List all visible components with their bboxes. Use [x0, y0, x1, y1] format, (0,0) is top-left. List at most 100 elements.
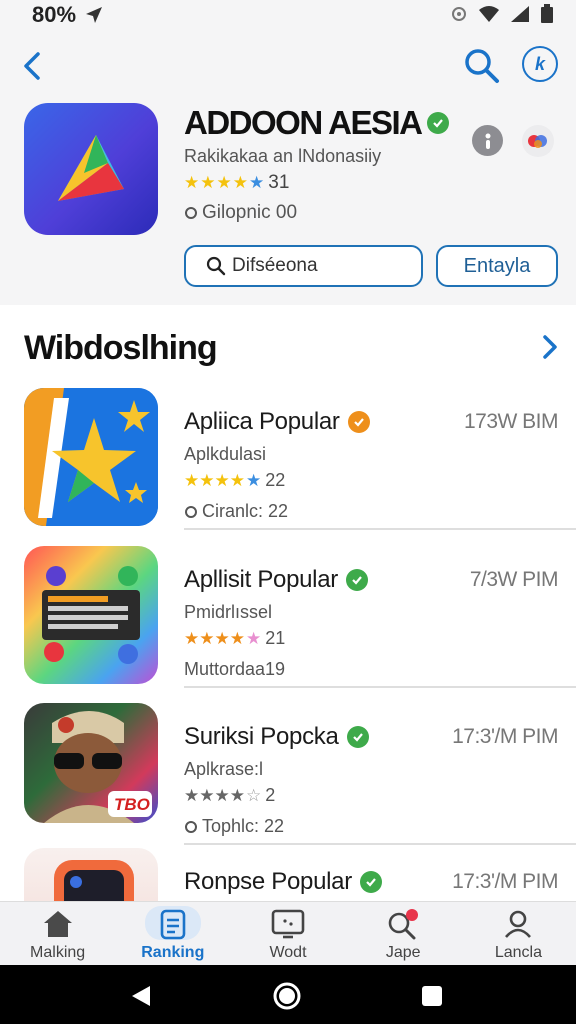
app-name-text: Apllisit Popular — [184, 566, 338, 593]
rating-count: 21 — [265, 628, 286, 648]
app-meta-text: Tophlc: 22 — [202, 816, 285, 836]
badge-text: k — [534, 53, 545, 74]
search-field-button[interactable]: Difséeona — [184, 245, 423, 287]
chevron-right-icon — [543, 335, 557, 359]
home-icon — [41, 908, 75, 940]
star-app-icon — [24, 388, 158, 526]
app-meta: Gilopnic 00 — [184, 202, 297, 224]
signal-icon — [511, 6, 529, 22]
app-rating: ★★★★ ☆ 2 — [184, 785, 275, 806]
app-subtitle: Aplkdulasi — [184, 444, 267, 464]
app-time: 17:3'/M PIM — [452, 725, 558, 748]
nav-item-wodt[interactable]: Wodt — [230, 902, 345, 965]
app-meta-text: Ciranlc: 22 — [202, 501, 289, 521]
info-small-icon — [185, 207, 197, 219]
app-time: 173W BIM — [463, 410, 559, 433]
app-title-text: ADDOON AESIA — [184, 104, 423, 141]
info-icon — [485, 133, 490, 149]
nav-item-ranking[interactable]: Ranking — [115, 902, 230, 965]
nav-label: Ranking — [141, 944, 205, 961]
nav-label: Wodt — [269, 944, 307, 961]
app-meta: Tophlc: 22 — [184, 816, 284, 837]
account-badge-button[interactable]: k — [522, 46, 558, 82]
action-button[interactable]: Entayla — [436, 245, 558, 287]
app-name-text: Suriksi Popcka — [184, 723, 339, 750]
info-small-icon — [185, 820, 197, 833]
nav-label: Jape — [385, 944, 421, 961]
share-button[interactable] — [522, 125, 554, 157]
app-name-text: Apliica Popular — [184, 408, 340, 435]
system-back-icon[interactable] — [128, 983, 154, 1009]
hero-app-icon[interactable] — [24, 103, 158, 235]
section-more-button[interactable] — [536, 332, 562, 362]
list-item[interactable]: Apllisit Popular 7/3W PIM Pmidrlıssel ★★… — [0, 546, 576, 696]
status-bar: 80% — [0, 0, 576, 30]
monitor-icon — [271, 908, 305, 940]
app-meta-text: Muttordaa19 — [184, 659, 286, 679]
info-small-icon — [185, 505, 197, 518]
user-icon — [501, 908, 535, 940]
app-meta-text: Gilopnic 00 — [202, 202, 298, 223]
phone-app-icon — [54, 860, 134, 901]
nav-item-malking[interactable]: Malking — [0, 902, 115, 965]
verified-icon — [347, 411, 370, 433]
app-subtitle: Aplkrase:l — [184, 759, 264, 779]
bottom-navigation: Malking Ranking Wodt Jape Lancla — [0, 901, 576, 965]
search-notification-icon — [386, 908, 420, 940]
star-rating-icon: ★★★★ ☆ — [184, 785, 262, 805]
nav-item-jape[interactable]: Jape — [346, 902, 461, 965]
app-icon — [24, 848, 158, 901]
location-icon — [86, 7, 103, 23]
system-recents-icon[interactable] — [420, 984, 444, 1008]
wifi-icon — [479, 6, 499, 22]
search-button[interactable] — [462, 46, 502, 86]
app-name: Ronpse Popular — [184, 868, 382, 896]
nav-item-lancla[interactable]: Lancla — [461, 902, 576, 965]
list-item[interactable]: Apliica Popular 173W BIM Aplkdulasi ★★★★… — [0, 388, 576, 538]
divider — [184, 686, 576, 688]
app-meta: Ciranlc: 22 — [184, 501, 288, 522]
app-icon — [24, 388, 158, 526]
search-icon — [465, 49, 499, 83]
top-bar: k — [0, 38, 576, 94]
star-rating-icon: ★★★★★ — [184, 173, 265, 192]
system-home-icon[interactable] — [272, 981, 302, 1011]
back-button[interactable] — [18, 48, 48, 84]
app-name: Suriksi Popcka — [184, 723, 369, 751]
app-icon-label: TBO — [114, 795, 150, 814]
app-list-section: Wibdoslhing Apliica Popular 173W BIM Apl… — [0, 305, 576, 901]
list-item[interactable]: Ronpse Popular 17:3'/M PIM — [0, 848, 576, 901]
chevron-left-icon — [24, 52, 40, 80]
settings-status-icon — [452, 7, 466, 21]
app-icon — [24, 546, 158, 684]
ranking-icon — [156, 908, 190, 940]
app-name-text: Ronpse Popular — [184, 868, 352, 895]
app-name: Apliica Popular — [184, 408, 370, 436]
star-rating-icon: ★★★★★ — [184, 628, 262, 648]
battery-icon — [541, 4, 553, 23]
app-time: 17:3'/M PIM — [452, 870, 558, 893]
status-left: 80% — [32, 2, 104, 28]
action-label: Entayla — [463, 254, 531, 277]
app-time: 7/3W PIM — [469, 568, 559, 591]
app-title: ADDOON AESIA — [184, 104, 450, 142]
app-subtitle: Pmidrlıssel — [184, 602, 273, 622]
section-title: Wibdoslhing — [24, 329, 218, 367]
info-button[interactable] — [472, 125, 503, 156]
verified-icon — [345, 569, 368, 591]
search-label: Difséeona — [232, 255, 318, 276]
nav-label: Malking — [30, 944, 86, 961]
star-rating-icon: ★★★★★ — [184, 470, 262, 490]
system-navigation-bar — [0, 965, 576, 1024]
app-rating: ★ ★ ★ ★ ★ 31 — [184, 172, 289, 194]
divider — [184, 843, 576, 845]
app-icon: TBO — [24, 703, 158, 823]
verified-icon — [346, 726, 369, 748]
rating-count: 22 — [265, 470, 286, 490]
list-item[interactable]: TBO Suriksi Popcka 17:3'/M PIM Aplkrase:… — [0, 703, 576, 853]
nav-label: Lancla — [494, 944, 542, 961]
play-store-logo-icon — [58, 135, 124, 201]
battery-percent: 80% — [32, 2, 77, 27]
app-name: Apllisit Popular — [184, 566, 368, 594]
app-rating: ★★★★ ★ 22 — [184, 470, 285, 491]
